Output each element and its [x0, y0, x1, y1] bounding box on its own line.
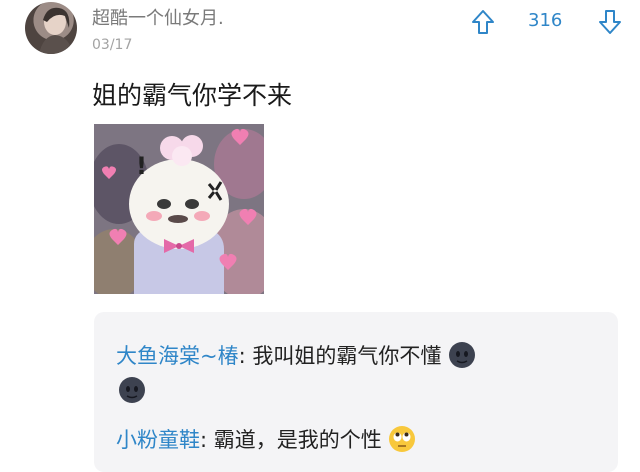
reply-separator: :: [238, 344, 253, 368]
post-date: 03/17: [92, 37, 133, 53]
reply-item[interactable]: 大鱼海棠~椿: 我叫姐的霸气你不懂: [116, 340, 476, 374]
avatar-photo: [39, 7, 73, 54]
downvote-button[interactable]: [597, 8, 623, 36]
reply-text: 我叫姐的霸气你不懂: [252, 344, 442, 368]
reply-separator: :: [200, 428, 214, 452]
rolling-eyes-emoji-icon: [388, 425, 416, 458]
reply-author[interactable]: 大鱼海棠~椿: [116, 344, 239, 368]
panda-meme-sticker: !: [94, 124, 264, 294]
username[interactable]: 超酷一个仙女月.: [92, 4, 224, 30]
reply-item[interactable]: 小粉童鞋: 霸道，是我的个性: [116, 424, 416, 458]
dark-face-emoji-icon: [118, 376, 146, 409]
replies-panel: 大鱼海棠~椿: 我叫姐的霸气你不懂 小粉童鞋: 霸道，是我的个性: [94, 312, 618, 472]
upvote-button[interactable]: [470, 8, 496, 36]
sticker-image[interactable]: !: [94, 124, 264, 294]
comment-text: 姐的霸气你学不来: [92, 81, 293, 110]
reply-text: 霸道，是我的个性: [213, 428, 382, 452]
dark-face-emoji-icon: [448, 341, 476, 374]
downvote-arrow-icon: [599, 10, 621, 34]
reply-continuation: [118, 376, 146, 409]
reply-author[interactable]: 小粉童鞋: [116, 428, 200, 452]
sticker-exclamation: !: [136, 152, 147, 180]
upvote-arrow-icon: [472, 10, 494, 34]
vote-count: 316: [528, 10, 563, 31]
user-avatar[interactable]: [25, 2, 77, 54]
